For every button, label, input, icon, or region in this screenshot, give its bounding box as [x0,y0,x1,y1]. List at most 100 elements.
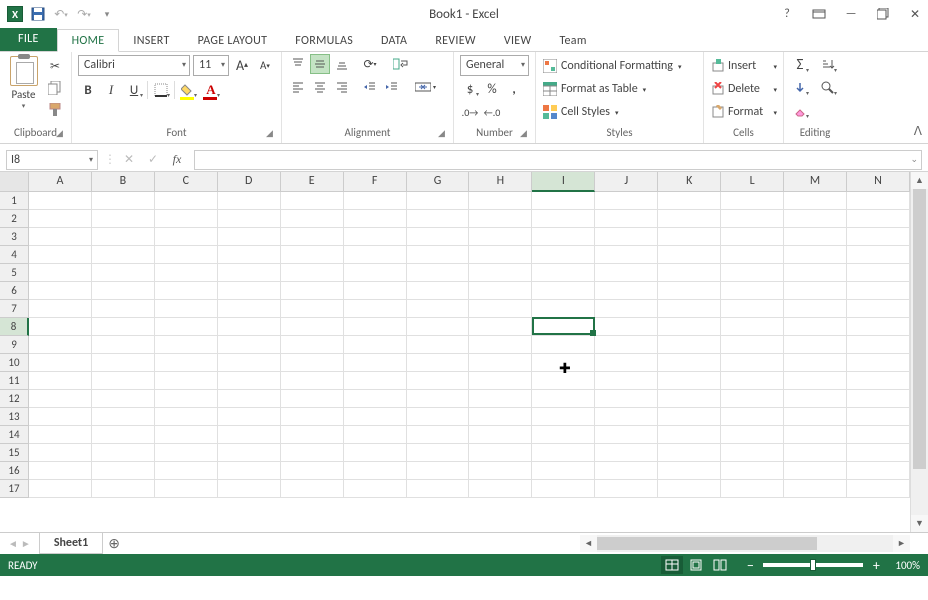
cell-G1[interactable] [407,192,470,210]
sheet-tab-sheet1[interactable]: Sheet1 [39,533,103,554]
cell-N16[interactable] [847,462,910,480]
cell-A17[interactable] [29,480,92,498]
cell-D2[interactable] [218,210,281,228]
insert-cells-button[interactable]: Insert▾ [710,55,777,77]
cell-D12[interactable] [218,390,281,408]
align-center-icon[interactable] [310,77,330,97]
cell-M12[interactable] [784,390,847,408]
cell-I2[interactable] [532,210,595,228]
row-header-5[interactable]: 5 [0,264,29,282]
align-top-icon[interactable] [288,54,308,74]
cell-L9[interactable] [721,336,784,354]
cell-C13[interactable] [155,408,218,426]
cell-K1[interactable] [658,192,721,210]
cell-D9[interactable] [218,336,281,354]
cell-H5[interactable] [469,264,532,282]
cell-J17[interactable] [595,480,658,498]
cell-M8[interactable] [784,318,847,336]
cell-L15[interactable] [721,444,784,462]
cell-N11[interactable] [847,372,910,390]
cell-F15[interactable] [344,444,407,462]
tab-page-layout[interactable]: PAGE LAYOUT [184,30,282,51]
cell-B15[interactable] [92,444,155,462]
hscroll-thumb[interactable] [597,537,817,550]
cell-I6[interactable] [532,282,595,300]
cell-N10[interactable] [847,354,910,372]
wrap-text-icon[interactable] [390,54,412,74]
row-header-9[interactable]: 9 [0,336,29,354]
cell-M16[interactable] [784,462,847,480]
cell-L16[interactable] [721,462,784,480]
decrease-indent-icon[interactable] [360,77,380,97]
font-dialog-icon[interactable]: ◢ [266,128,278,140]
format-painter-icon[interactable] [45,100,65,120]
cell-N5[interactable] [847,264,910,282]
cell-F11[interactable] [344,372,407,390]
cell-A7[interactable] [29,300,92,318]
help-icon[interactable]: ? [778,5,796,23]
cell-H17[interactable] [469,480,532,498]
cell-D10[interactable] [218,354,281,372]
cell-J2[interactable] [595,210,658,228]
qat-customize-icon[interactable]: ▾ [96,3,118,25]
cell-F3[interactable] [344,228,407,246]
cell-I8[interactable] [532,318,595,336]
cell-M1[interactable] [784,192,847,210]
vscroll-thumb[interactable] [913,189,926,469]
cell-F10[interactable] [344,354,407,372]
cell-I11[interactable] [532,372,595,390]
horizontal-scrollbar[interactable]: ◄ ► [580,535,910,552]
cell-L17[interactable] [721,480,784,498]
cell-D11[interactable] [218,372,281,390]
cell-C11[interactable] [155,372,218,390]
cell-K14[interactable] [658,426,721,444]
cell-F5[interactable] [344,264,407,282]
col-header-G[interactable]: G [407,172,470,192]
align-left-icon[interactable] [288,77,308,97]
cell-N3[interactable] [847,228,910,246]
name-box[interactable]: I8▾ [6,150,98,170]
undo-icon[interactable]: ↶▾ [50,3,72,25]
cell-C17[interactable] [155,480,218,498]
cell-F1[interactable] [344,192,407,210]
cell-N12[interactable] [847,390,910,408]
cell-L8[interactable] [721,318,784,336]
cell-L2[interactable] [721,210,784,228]
cell-C6[interactable] [155,282,218,300]
cell-F14[interactable] [344,426,407,444]
cells-area[interactable] [29,192,910,532]
cell-B5[interactable] [92,264,155,282]
cell-J4[interactable] [595,246,658,264]
cell-J1[interactable] [595,192,658,210]
cell-G10[interactable] [407,354,470,372]
shrink-font-icon[interactable]: A▾ [255,55,275,75]
cell-E9[interactable] [281,336,344,354]
cell-N9[interactable] [847,336,910,354]
cell-J15[interactable] [595,444,658,462]
cell-G6[interactable] [407,282,470,300]
cell-B2[interactable] [92,210,155,228]
cell-F16[interactable] [344,462,407,480]
cell-K2[interactable] [658,210,721,228]
row-header-14[interactable]: 14 [0,426,29,444]
cell-N13[interactable] [847,408,910,426]
alignment-dialog-icon[interactable]: ◢ [438,128,450,140]
cell-J14[interactable] [595,426,658,444]
col-header-A[interactable]: A [29,172,92,192]
cell-F4[interactable] [344,246,407,264]
save-icon[interactable] [27,3,49,25]
row-header-17[interactable]: 17 [0,480,29,498]
align-middle-icon[interactable] [310,54,330,74]
cell-M17[interactable] [784,480,847,498]
zoom-in-icon[interactable]: + [869,557,883,574]
tab-view[interactable]: VIEW [490,30,546,51]
cell-M7[interactable] [784,300,847,318]
cell-I9[interactable] [532,336,595,354]
col-header-N[interactable]: N [847,172,910,192]
cell-A3[interactable] [29,228,92,246]
cell-L6[interactable] [721,282,784,300]
cell-A14[interactable] [29,426,92,444]
cell-G14[interactable] [407,426,470,444]
cell-E3[interactable] [281,228,344,246]
cell-C9[interactable] [155,336,218,354]
